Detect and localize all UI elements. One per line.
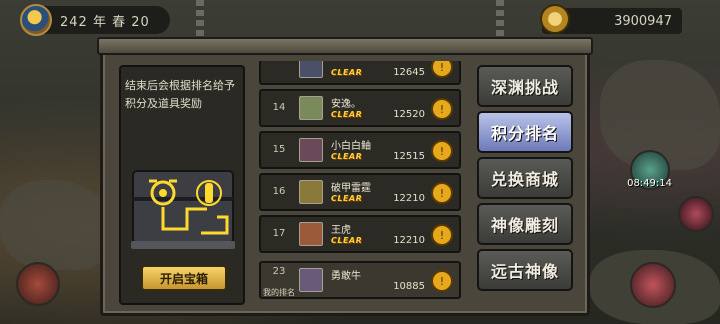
gold-amount: 3900947	[614, 13, 672, 29]
medal-icon: !	[431, 224, 453, 246]
chain-decoration	[196, 0, 204, 40]
player-avatar[interactable]	[299, 61, 323, 78]
hero-portrait-icon[interactable]	[16, 262, 60, 306]
tab-exchange-shop[interactable]: 兑换商城	[477, 157, 573, 199]
treasure-chest-icon	[131, 170, 235, 249]
player-name: 小白白鲉	[331, 141, 371, 152]
rank-number: 14	[272, 102, 286, 113]
side-character-icon[interactable]	[678, 196, 714, 232]
ranking-row: 15 小白白鲉 CLEAR 12515 !	[259, 131, 461, 169]
my-rank-label: 我的排名	[263, 288, 295, 297]
event-panel: 结束后会根据排名给予积分及道具奖励 开启宝箱 CLEAR 12645 ! 14	[97, 37, 593, 316]
player-name: 王虎	[331, 225, 351, 236]
player-avatar[interactable]	[299, 268, 323, 292]
clear-badge: CLEAR	[331, 68, 363, 77]
player-score: 10885	[393, 281, 425, 292]
medal-icon: !	[431, 61, 453, 78]
season-icon[interactable]	[20, 4, 52, 36]
chain-decoration	[496, 0, 504, 40]
season-text: 242 年 春 20	[60, 14, 150, 30]
reward-pane: 结束后会根据排名给予积分及道具奖励 开启宝箱	[119, 65, 245, 305]
player-avatar[interactable]	[299, 138, 323, 162]
ranking-list[interactable]: CLEAR 12645 ! 14 安逸。 CLEAR 12520 ! 15 小白…	[255, 61, 465, 313]
clear-badge: CLEAR	[331, 236, 363, 245]
battle-character-icon[interactable]	[630, 262, 676, 308]
player-avatar[interactable]	[299, 180, 323, 204]
player-avatar[interactable]	[299, 222, 323, 246]
tab-ancient-statue[interactable]: 远古神像	[477, 249, 573, 291]
medal-icon: !	[431, 182, 453, 204]
clear-badge: CLEAR	[331, 152, 363, 161]
player-score: 12515	[393, 151, 425, 162]
player-score: 12520	[393, 109, 425, 120]
background-rock	[0, 180, 110, 270]
medal-icon: !	[431, 270, 453, 292]
panel-header-bar	[97, 37, 593, 55]
rank-number: 15	[272, 144, 286, 155]
ranking-row: 16 破甲雷霆 CLEAR 12210 !	[259, 173, 461, 211]
ranking-row: CLEAR 12645 !	[259, 61, 461, 85]
svg-text:!: !	[440, 275, 444, 288]
player-name: 安逸。	[331, 99, 361, 110]
reward-description: 结束后会根据排名给予积分及道具奖励	[125, 79, 235, 110]
player-name: 勇敢牛	[331, 271, 361, 282]
player-avatar[interactable]	[299, 96, 323, 120]
clear-badge: CLEAR	[331, 194, 363, 203]
my-rank-number: 23	[272, 266, 286, 277]
medal-icon: !	[431, 98, 453, 120]
medal-icon: !	[431, 140, 453, 162]
open-chest-button[interactable]: 开启宝箱	[141, 265, 227, 291]
player-score: 12210	[393, 235, 425, 246]
svg-text:!: !	[440, 61, 444, 74]
event-timer: 08:49:14	[627, 178, 672, 189]
gold-coin-icon	[540, 4, 570, 34]
svg-text:!: !	[440, 103, 444, 116]
rank-number: 17	[272, 228, 286, 239]
player-score: 12210	[393, 193, 425, 204]
player-score: 12645	[393, 67, 425, 78]
my-ranking-row: 23 我的排名 勇敢牛 10885 !	[259, 261, 461, 299]
player-name: 破甲雷霆	[331, 183, 371, 194]
svg-text:!: !	[440, 187, 444, 200]
rank-number: 16	[272, 186, 286, 197]
clear-badge: CLEAR	[331, 110, 363, 119]
tab-abyss-challenge[interactable]: 深渊挑战	[477, 65, 573, 107]
ranking-row: 17 王虎 CLEAR 12210 !	[259, 215, 461, 253]
tab-statue-carving[interactable]: 神像雕刻	[477, 203, 573, 245]
ranking-row: 14 安逸。 CLEAR 12520 !	[259, 89, 461, 127]
tab-points-ranking[interactable]: 积分排名	[477, 111, 573, 153]
svg-text:!: !	[440, 229, 444, 242]
svg-text:!: !	[440, 145, 444, 158]
